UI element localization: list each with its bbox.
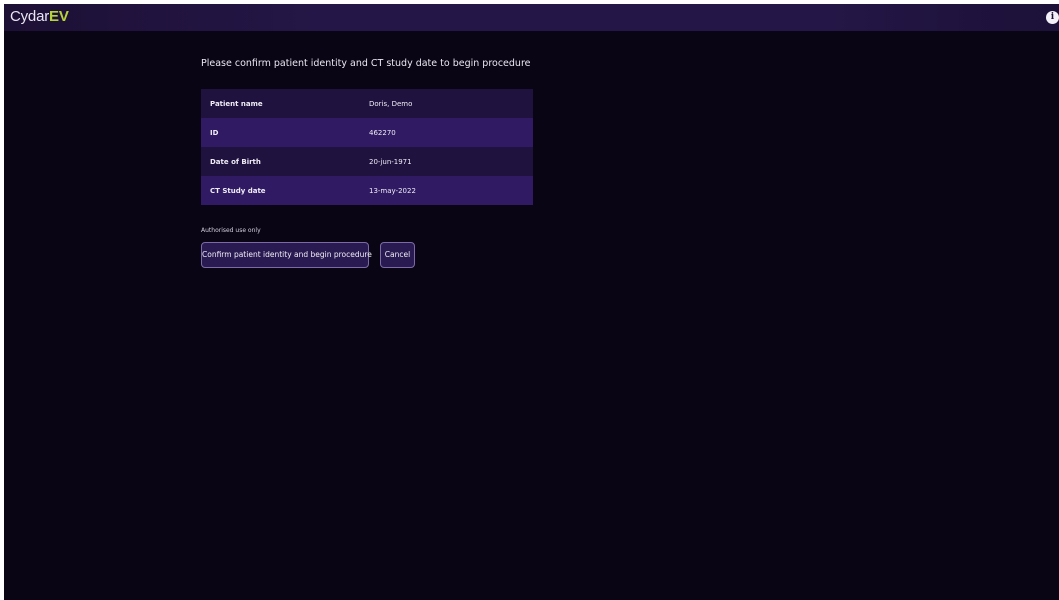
info-icon[interactable]: i (1046, 11, 1059, 24)
cancel-button[interactable]: Cancel (380, 242, 415, 268)
table-row-id: ID 462270 (201, 118, 533, 147)
confirm-begin-procedure-button[interactable]: Confirm patient identity and begin proce… (201, 242, 372, 268)
logo-brand: Cydar (10, 8, 50, 25)
row-value: 20-jun-1971 (369, 157, 412, 166)
table-row-ct-study-date: CT Study date 13-may-2022 (201, 176, 533, 205)
row-value: 13-may-2022 (369, 186, 416, 195)
row-label: Patient name (210, 99, 263, 108)
row-label: Date of Birth (210, 157, 261, 166)
row-label: ID (210, 128, 219, 137)
authorised-use-note: Authorised use only (201, 227, 261, 234)
row-value: 462270 (369, 128, 396, 137)
table-row-date-of-birth: Date of Birth 20-jun-1971 (201, 147, 533, 176)
row-label: CT Study date (210, 186, 266, 195)
row-value: Doris, Demo (369, 99, 413, 108)
logo-suffix: EV (49, 8, 69, 25)
patient-info-table: Patient name Doris, Demo ID 462270 Date … (201, 89, 533, 205)
top-bar: CydarEV i (4, 4, 1059, 31)
app-window: CydarEV i Please confirm patient identit… (4, 4, 1059, 600)
page-heading: Please confirm patient identity and CT s… (201, 58, 531, 69)
table-row-patient-name: Patient name Doris, Demo (201, 89, 533, 118)
cydar-ev-logo: CydarEV (10, 7, 69, 27)
